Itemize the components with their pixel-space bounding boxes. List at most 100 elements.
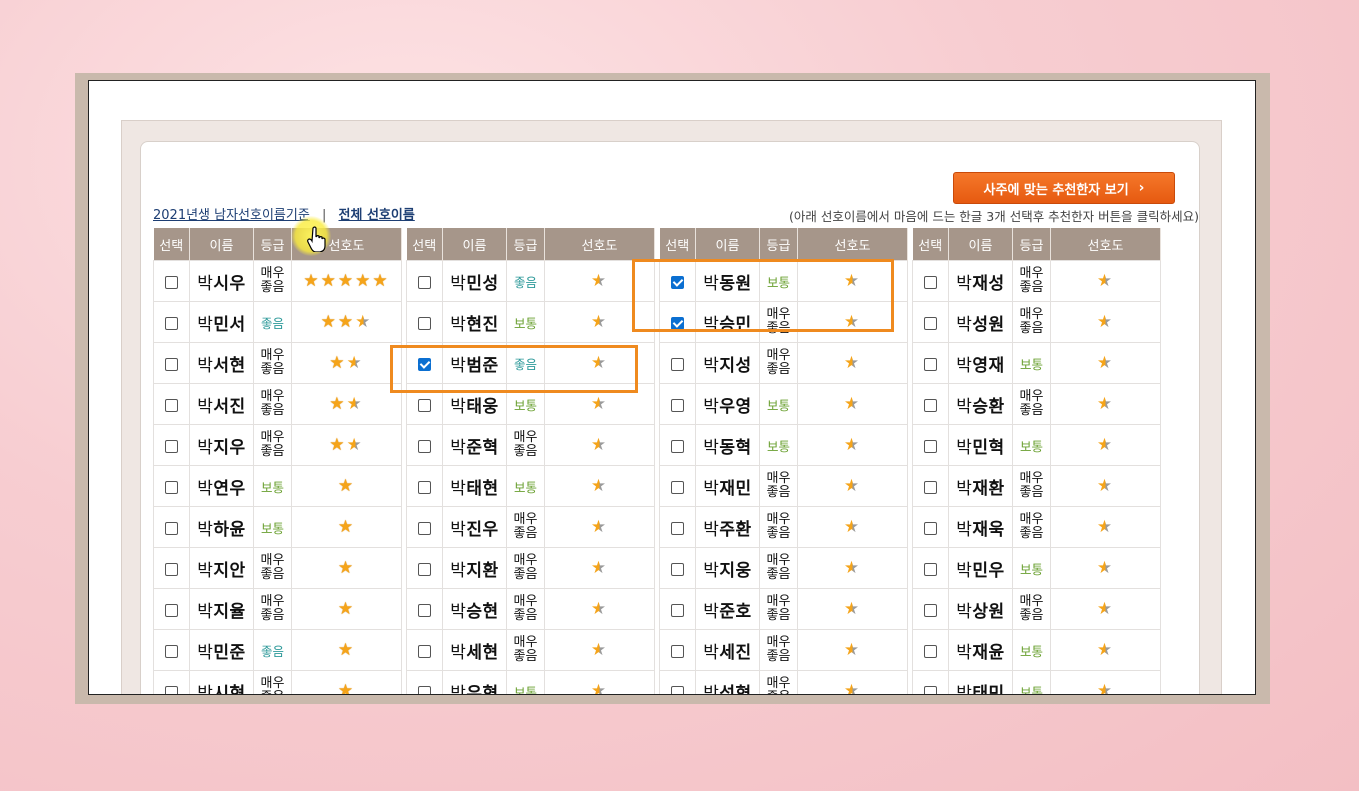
name-cell: 박승현 <box>442 588 507 630</box>
given-name: 지성 <box>719 355 752 376</box>
select-cell <box>406 383 443 425</box>
half-star-icon: ★ <box>590 271 609 291</box>
surname: 박 <box>703 642 720 663</box>
name-checkbox[interactable] <box>924 644 937 658</box>
surname: 박 <box>197 519 214 540</box>
name-checkbox[interactable] <box>671 275 684 289</box>
surname: 박 <box>703 519 720 540</box>
given-name: 하윤 <box>213 519 246 540</box>
grade-cell: 매우좋음 <box>1012 301 1051 343</box>
name-checkbox[interactable] <box>671 439 684 453</box>
name-checkbox[interactable] <box>671 398 684 412</box>
name-checkbox[interactable] <box>165 439 178 453</box>
table-row: 박민서 좋음 ★★★ 박현진 보통 ★ 박승민 매우좋음 ★ 박성원 매우좋음 ★ <box>153 301 1161 343</box>
link-2021-male-names[interactable]: 2021년생 남자선호이름기준 <box>153 208 310 223</box>
star-rating: ★ <box>844 558 861 578</box>
name-checkbox[interactable] <box>165 357 178 371</box>
header-select: 선택 <box>912 228 949 261</box>
star-rating: ★ <box>338 558 355 578</box>
name-checkbox[interactable] <box>418 316 431 330</box>
name-checkbox[interactable] <box>418 480 431 494</box>
surname: 박 <box>450 683 467 695</box>
name-checkbox[interactable] <box>671 685 684 694</box>
name-checkbox[interactable] <box>924 357 937 371</box>
name-text: 박승현 <box>450 602 498 622</box>
grade-cell: 보통 <box>1012 629 1051 671</box>
name-text: 박지성 <box>703 356 751 376</box>
name-checkbox[interactable] <box>924 685 937 694</box>
name-checkbox[interactable] <box>165 685 178 694</box>
preference-cell: ★ <box>291 670 402 694</box>
star-rating: ★ <box>1097 640 1114 660</box>
preferred-names-table: 선택 이름 등급 선호도 선택 이름 등급 선호도 선택 이름 등급 선호도 선택 이름 등급 선호도 박시우… <box>153 228 1161 695</box>
name-checkbox[interactable] <box>671 316 684 330</box>
name-checkbox[interactable] <box>165 644 178 658</box>
name-checkbox[interactable] <box>165 521 178 535</box>
name-checkbox[interactable] <box>418 685 431 694</box>
given-name: 상원 <box>972 601 1005 622</box>
name-checkbox[interactable] <box>165 603 178 617</box>
header-select: 선택 <box>153 228 190 261</box>
name-checkbox[interactable] <box>924 439 937 453</box>
name-checkbox[interactable] <box>418 562 431 576</box>
grade-cell: 매우좋음 <box>1012 465 1051 507</box>
name-checkbox[interactable] <box>165 316 178 330</box>
name-checkbox[interactable] <box>924 562 937 576</box>
table-row: 박서현 매우좋음 ★★ 박범준 좋음 ★ 박지성 매우좋음 ★ 박영재 보통 ★ <box>153 342 1161 384</box>
preference-cell: ★★ <box>291 342 402 384</box>
half-star-icon: ★ <box>844 681 861 694</box>
name-checkbox[interactable] <box>924 480 937 494</box>
link-all-names[interactable]: 전체 선호이름 <box>339 208 415 223</box>
select-cell <box>912 670 949 694</box>
star-rating: ★ <box>844 271 861 291</box>
name-checkbox[interactable] <box>418 644 431 658</box>
name-checkbox[interactable] <box>671 644 684 658</box>
name-checkbox[interactable] <box>165 480 178 494</box>
grade-cell: 보통 <box>1012 342 1051 384</box>
name-checkbox[interactable] <box>671 357 684 371</box>
name-checkbox[interactable] <box>671 480 684 494</box>
name-checkbox[interactable] <box>165 398 178 412</box>
table-row: 박지우 매우좋음 ★★ 박준혁 매우좋음 ★ 박동혁 보통 ★ 박민혁 보통 ★ <box>153 424 1161 466</box>
select-cell <box>153 588 190 630</box>
name-checkbox[interactable] <box>924 603 937 617</box>
name-text: 박민성 <box>450 274 498 294</box>
name-checkbox[interactable] <box>924 521 937 535</box>
name-checkbox[interactable] <box>418 275 431 289</box>
surname: 박 <box>956 478 973 499</box>
half-star-icon: ★ <box>1096 599 1115 619</box>
name-checkbox[interactable] <box>924 275 937 289</box>
grade-cell: 매우좋음 <box>759 506 798 548</box>
name-checkbox[interactable] <box>165 275 178 289</box>
recommend-hanja-button[interactable]: 사주에 맞는 추천한자 보기 › <box>953 172 1175 204</box>
given-name: 지안 <box>213 560 246 581</box>
name-checkbox[interactable] <box>671 603 684 617</box>
name-cell: 박태현 <box>442 465 507 507</box>
preference-cell: ★ <box>544 629 655 671</box>
recommend-hanja-label: 사주에 맞는 추천한자 보기 <box>983 182 1129 198</box>
name-checkbox[interactable] <box>418 357 431 371</box>
name-cell: 박우혁 <box>442 670 507 695</box>
given-name: 세현 <box>466 642 499 663</box>
name-text: 박태민 <box>956 684 1004 695</box>
name-cell: 박세진 <box>695 629 760 671</box>
grade-cell: 좋음 <box>253 301 292 343</box>
grade-cell: 매우좋음 <box>506 506 545 548</box>
name-checkbox[interactable] <box>924 316 937 330</box>
grade-label: 매우좋음 <box>1019 594 1044 623</box>
given-name: 세진 <box>719 642 752 663</box>
name-checkbox[interactable] <box>418 603 431 617</box>
grade-label: 매우좋음 <box>260 594 285 623</box>
name-checkbox[interactable] <box>924 398 937 412</box>
name-checkbox[interactable] <box>418 439 431 453</box>
preference-cell: ★ <box>1050 506 1161 548</box>
name-checkbox[interactable] <box>671 521 684 535</box>
name-checkbox[interactable] <box>418 398 431 412</box>
grade-cell: 매우좋음 <box>253 424 292 466</box>
name-checkbox[interactable] <box>671 562 684 576</box>
preference-cell: ★ <box>291 588 402 630</box>
name-checkbox[interactable] <box>418 521 431 535</box>
name-checkbox[interactable] <box>165 562 178 576</box>
surname: 박 <box>450 396 467 417</box>
select-cell <box>406 588 443 630</box>
